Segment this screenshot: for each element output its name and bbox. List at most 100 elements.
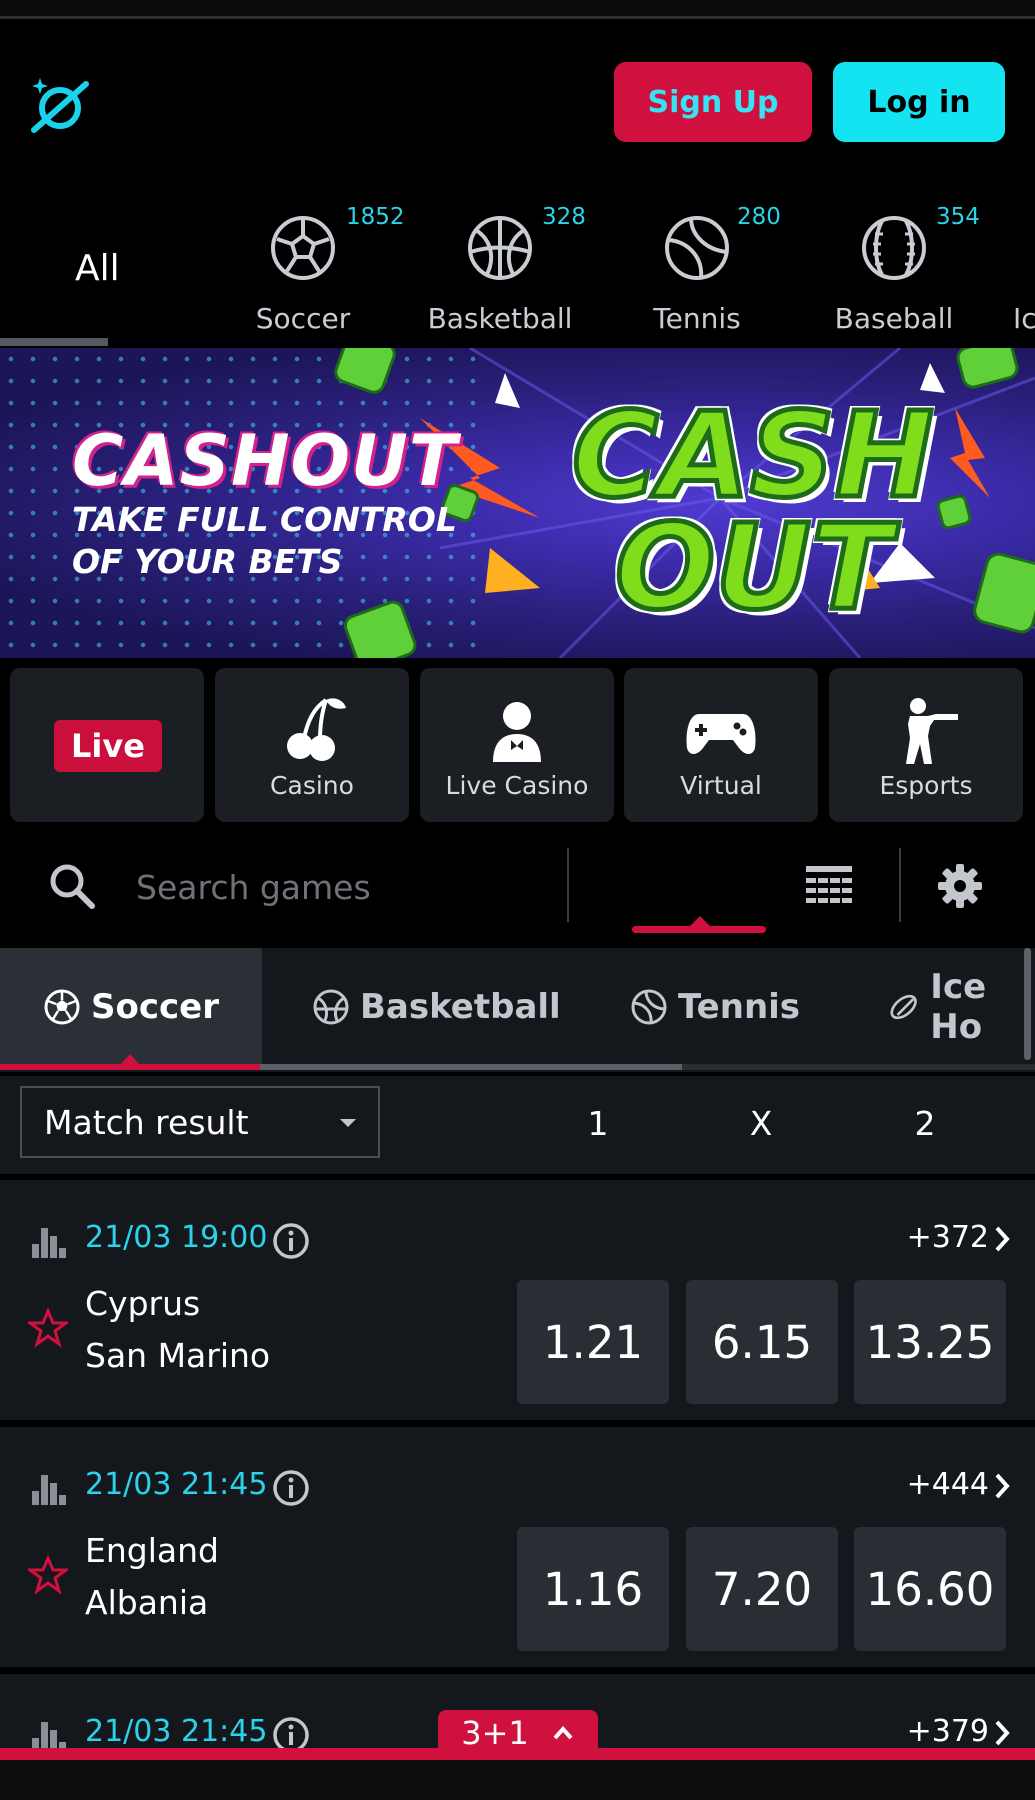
tennis-ball-icon — [631, 989, 667, 1025]
match-time: 21/03 21:45 — [85, 1467, 268, 1502]
promo-banner[interactable]: CASHOUT TAKE FULL CONTROL OF YOUR BETS C… — [0, 348, 1035, 658]
info-icon[interactable] — [272, 1222, 310, 1260]
betslip-label: 3+1 — [461, 1714, 529, 1752]
view-active-indicator — [632, 926, 766, 933]
category-esports[interactable]: Esports — [829, 668, 1023, 822]
sport-soccer[interactable]: 1852 Soccer — [213, 190, 405, 340]
tab-active-indicator — [0, 1064, 260, 1070]
more-markets-count[interactable]: +379 — [907, 1714, 989, 1749]
planet-logo-icon[interactable] — [28, 70, 92, 140]
chevron-right-icon[interactable] — [991, 1716, 1015, 1750]
sport-tennis[interactable]: 280 Tennis — [607, 190, 787, 340]
view-active-notch — [690, 916, 710, 926]
live-badge: Live — [54, 720, 162, 772]
sport-count: 280 — [737, 204, 781, 230]
basketball-icon — [468, 216, 532, 280]
sport-count: 1852 — [346, 204, 405, 230]
gear-icon[interactable] — [936, 862, 984, 910]
sport-label: Basketball — [427, 302, 573, 335]
odd-draw-button[interactable]: 7.20 — [686, 1527, 838, 1651]
bottom-nav-area — [0, 1760, 1035, 1800]
stats-icon[interactable] — [32, 1718, 66, 1752]
hockey-puck-icon — [890, 994, 917, 1020]
baseball-icon — [862, 216, 926, 280]
page-scrollbar[interactable] — [1024, 948, 1031, 1060]
sport-label: Tennis — [653, 302, 741, 335]
gamepad-icon — [686, 714, 756, 754]
tab-label: Ice Ho — [930, 967, 987, 1047]
sign-up-button[interactable]: Sign Up — [614, 62, 812, 142]
column-home: 1 — [587, 1104, 609, 1143]
tab-label: Tennis — [678, 987, 801, 1027]
category-label: Casino — [270, 771, 354, 800]
sport-strip-active-indicator — [0, 338, 108, 346]
list-view-icon[interactable] — [806, 864, 854, 908]
tab-ice-hockey[interactable]: Ice Ho — [887, 948, 1035, 1066]
search-divider — [567, 848, 569, 922]
column-draw: X — [749, 1104, 773, 1143]
tab-label: Basketball — [360, 987, 561, 1027]
tennis-ball-icon — [665, 216, 729, 280]
more-markets-count[interactable]: +444 — [907, 1467, 989, 1502]
category-casino[interactable]: Casino — [215, 668, 409, 822]
stats-icon[interactable] — [32, 1224, 66, 1258]
sport-label: Baseball — [834, 302, 954, 335]
caret-down-icon — [340, 1119, 356, 1127]
category-label: Virtual — [680, 771, 762, 800]
dealer-icon — [493, 702, 541, 762]
sport-count: 328 — [542, 204, 586, 230]
odd-home-button[interactable]: 1.16 — [517, 1527, 669, 1651]
tab-active-notch — [121, 1054, 139, 1064]
status-bar-strip — [0, 0, 1035, 19]
search-icon[interactable] — [46, 860, 98, 912]
category-live[interactable]: Live — [10, 668, 204, 822]
chevron-up-icon — [553, 1725, 573, 1740]
banner-subtitle-line1: TAKE FULL CONTROL — [72, 500, 457, 539]
betslip-toggle-button[interactable]: 3+1 — [438, 1710, 598, 1756]
home-team: Cyprus — [85, 1284, 201, 1323]
star-icon[interactable] — [28, 1308, 68, 1348]
banner-art-out: OUT — [613, 496, 895, 639]
settings-divider — [899, 848, 901, 922]
match-row[interactable]: 21/03 19:00 +372 Cyprus San Marino 1.21 … — [0, 1180, 1035, 1420]
odd-away-button[interactable]: 13.25 — [854, 1280, 1006, 1404]
tab-soccer[interactable]: Soccer — [0, 948, 262, 1066]
sport-all[interactable]: All — [75, 248, 120, 289]
odd-draw-button[interactable]: 6.15 — [686, 1280, 838, 1404]
sport-ice-hockey[interactable]: Ic — [1001, 190, 1035, 340]
category-live-casino[interactable]: Live Casino — [420, 668, 614, 822]
odd-away-button[interactable]: 16.60 — [854, 1527, 1006, 1651]
match-time: 21/03 21:45 — [85, 1714, 268, 1749]
match-row[interactable]: 21/03 21:45 +444 England Albania 1.16 7.… — [0, 1427, 1035, 1667]
tab-tennis[interactable]: Tennis — [630, 948, 800, 1066]
log-in-button[interactable]: Log in — [833, 62, 1005, 142]
match-time: 21/03 19:00 — [85, 1220, 268, 1255]
tab-basketball[interactable]: Basketball — [312, 948, 561, 1066]
banner-title: CASHOUT — [72, 420, 458, 502]
column-away: 2 — [914, 1104, 936, 1143]
away-team: Albania — [85, 1583, 209, 1622]
home-team: England — [85, 1531, 219, 1570]
odd-home-button[interactable]: 1.21 — [517, 1280, 669, 1404]
cherries-icon — [287, 698, 346, 761]
chevron-right-icon[interactable] — [991, 1222, 1015, 1256]
sport-basketball[interactable]: 328 Basketball — [410, 190, 590, 340]
sport-baseball[interactable]: 354 Baseball — [804, 190, 984, 340]
market-header: Match result 1 X 2 — [0, 1076, 1035, 1174]
stats-icon[interactable] — [32, 1471, 66, 1505]
banner-subtitle-line2: OF YOUR BETS — [72, 542, 343, 581]
info-icon[interactable] — [272, 1469, 310, 1507]
chevron-right-icon[interactable] — [991, 1469, 1015, 1503]
sport-tabs: Soccer Basketball Tennis Ice Ho — [0, 948, 1035, 1072]
away-team: San Marino — [85, 1336, 271, 1375]
tab-label: Soccer — [91, 987, 219, 1027]
sport-label: Soccer — [255, 302, 351, 335]
star-icon[interactable] — [28, 1555, 68, 1595]
soldier-icon — [906, 698, 958, 764]
category-virtual[interactable]: Virtual — [624, 668, 818, 822]
more-markets-count[interactable]: +372 — [907, 1220, 989, 1255]
search-input[interactable] — [134, 860, 558, 914]
soccer-ball-icon — [271, 216, 335, 280]
market-select[interactable]: Match result — [20, 1086, 380, 1158]
category-label: Live Casino — [445, 771, 589, 800]
